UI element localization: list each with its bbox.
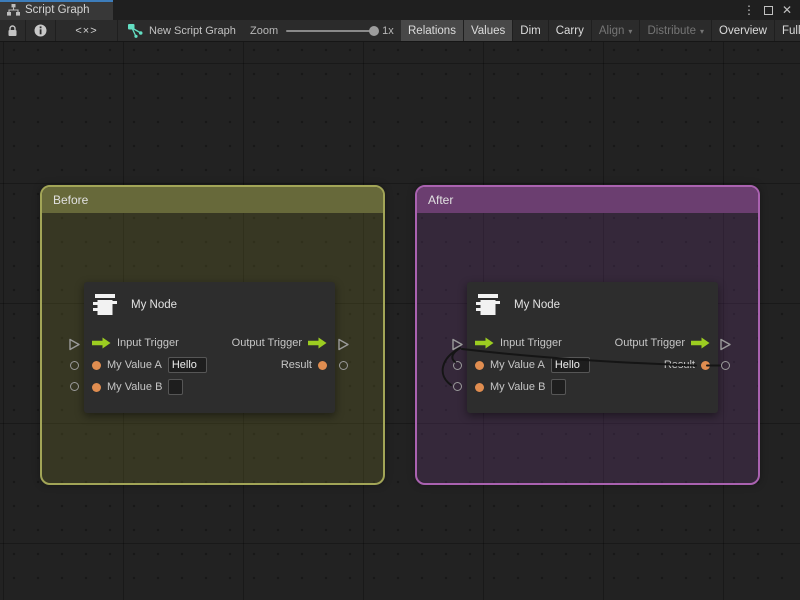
node-my-node-before[interactable]: My Node Input Trigger Output Trigger My … (84, 282, 335, 413)
preview-code-button[interactable]: <×> (56, 20, 118, 41)
external-flow-port-left[interactable] (451, 338, 464, 351)
result-label: Result (664, 359, 695, 371)
input-trigger-label: Input Trigger (500, 337, 562, 349)
result-port-icon[interactable] (318, 361, 327, 370)
value-b-row: My Value B (475, 376, 710, 398)
graph-toolbar: <×> New Script Graph Zoom 1x Relations V… (0, 20, 800, 42)
relations-toggle[interactable]: Relations (401, 20, 464, 41)
value-b-label: My Value B (490, 381, 545, 393)
group-before-title: Before (53, 193, 88, 207)
lock-button[interactable] (0, 20, 26, 41)
node-title: My Node (131, 299, 177, 311)
tab-script-graph[interactable]: Script Graph (0, 0, 113, 20)
values-toggle[interactable]: Values (464, 20, 513, 41)
tab-active-accent (0, 0, 113, 2)
value-b-label: My Value B (107, 381, 162, 393)
overview-button[interactable]: Overview (712, 20, 775, 41)
zoom-slider-handle[interactable] (369, 26, 379, 36)
value-a-input[interactable] (168, 357, 207, 373)
zoom-control: Zoom 1x (250, 20, 394, 41)
script-graph-icon (128, 24, 143, 38)
zoom-slider[interactable] (286, 30, 374, 32)
graph-hierarchy-icon (7, 4, 20, 16)
distribute-menu-button[interactable]: Distribute▾ (640, 20, 712, 41)
value-a-label: My Value A (490, 359, 545, 371)
external-flow-port-left[interactable] (68, 338, 81, 351)
node-header: My Node (92, 293, 177, 316)
trigger-row: Input Trigger Output Trigger (475, 332, 710, 354)
node-my-node-after[interactable]: My Node Input Trigger Output Trigger My … (467, 282, 718, 413)
result-label: Result (281, 359, 312, 371)
more-menu-icon[interactable]: ⋮ (743, 4, 755, 16)
output-trigger-label: Output Trigger (615, 337, 685, 349)
chevron-down-icon: ▾ (700, 27, 704, 36)
value-a-port-icon[interactable] (475, 361, 484, 370)
result-port-icon[interactable] (701, 361, 710, 370)
window-controls: ⋮ ✕ (743, 0, 800, 20)
tab-label: Script Graph (25, 4, 90, 16)
info-button[interactable] (26, 20, 56, 41)
external-flow-port-right[interactable] (337, 338, 350, 351)
external-value-port-left-b[interactable] (453, 382, 462, 391)
zoom-label: Zoom (250, 25, 278, 37)
align-menu-button[interactable]: Align▾ (592, 20, 641, 41)
view-toggle-buttons: Relations Values Dim Carry Align▾ Distri… (401, 20, 800, 41)
group-before-header[interactable]: Before (42, 187, 383, 213)
external-value-port-left-b[interactable] (70, 382, 79, 391)
external-value-port-left-a[interactable] (453, 361, 462, 370)
value-b-port-icon[interactable] (475, 383, 484, 392)
dim-toggle[interactable]: Dim (513, 20, 548, 41)
output-trigger-label: Output Trigger (232, 337, 302, 349)
close-icon[interactable]: ✕ (782, 4, 792, 16)
value-b-input[interactable] (551, 379, 566, 395)
node-title: My Node (514, 299, 560, 311)
external-flow-port-right[interactable] (719, 338, 732, 351)
maximize-icon[interactable] (764, 6, 773, 15)
zoom-value: 1x (382, 25, 394, 37)
carry-toggle[interactable]: Carry (549, 20, 592, 41)
group-after-title: After (428, 193, 453, 207)
value-b-port-icon[interactable] (92, 383, 101, 392)
new-script-graph-label: New Script Graph (149, 25, 236, 37)
value-b-row: My Value B (92, 376, 327, 398)
unit-node-icon (475, 293, 501, 316)
group-after-header[interactable]: After (417, 187, 758, 213)
value-a-port-icon[interactable] (92, 361, 101, 370)
value-b-input[interactable] (168, 379, 183, 395)
tab-bar: Script Graph ⋮ ✕ (0, 0, 800, 20)
external-value-port-right[interactable] (339, 361, 348, 370)
code-icon: <×> (75, 25, 97, 37)
trigger-row: Input Trigger Output Trigger (92, 332, 327, 354)
external-value-port-right[interactable] (721, 361, 730, 370)
lock-icon (7, 25, 18, 37)
external-value-port-left-a[interactable] (70, 361, 79, 370)
value-a-row: My Value A Result (475, 354, 710, 376)
graph-canvas[interactable]: Before After My Nod (0, 42, 800, 600)
unit-node-icon (92, 293, 118, 316)
value-a-label: My Value A (107, 359, 162, 371)
chevron-down-icon: ▾ (628, 27, 632, 36)
value-a-row: My Value A Result (92, 354, 327, 376)
input-trigger-label: Input Trigger (117, 337, 179, 349)
new-script-graph-button[interactable]: New Script Graph (128, 20, 236, 41)
full-screen-button[interactable]: Full Screen (775, 20, 800, 41)
flow-input-port-icon[interactable] (475, 337, 494, 349)
info-icon (34, 24, 47, 37)
value-a-input[interactable] (551, 357, 590, 373)
script-graph-window: Script Graph ⋮ ✕ <×> (0, 0, 800, 600)
flow-output-port-icon[interactable] (308, 337, 327, 349)
flow-input-port-icon[interactable] (92, 337, 111, 349)
flow-output-port-icon[interactable] (691, 337, 710, 349)
node-header: My Node (475, 293, 560, 316)
